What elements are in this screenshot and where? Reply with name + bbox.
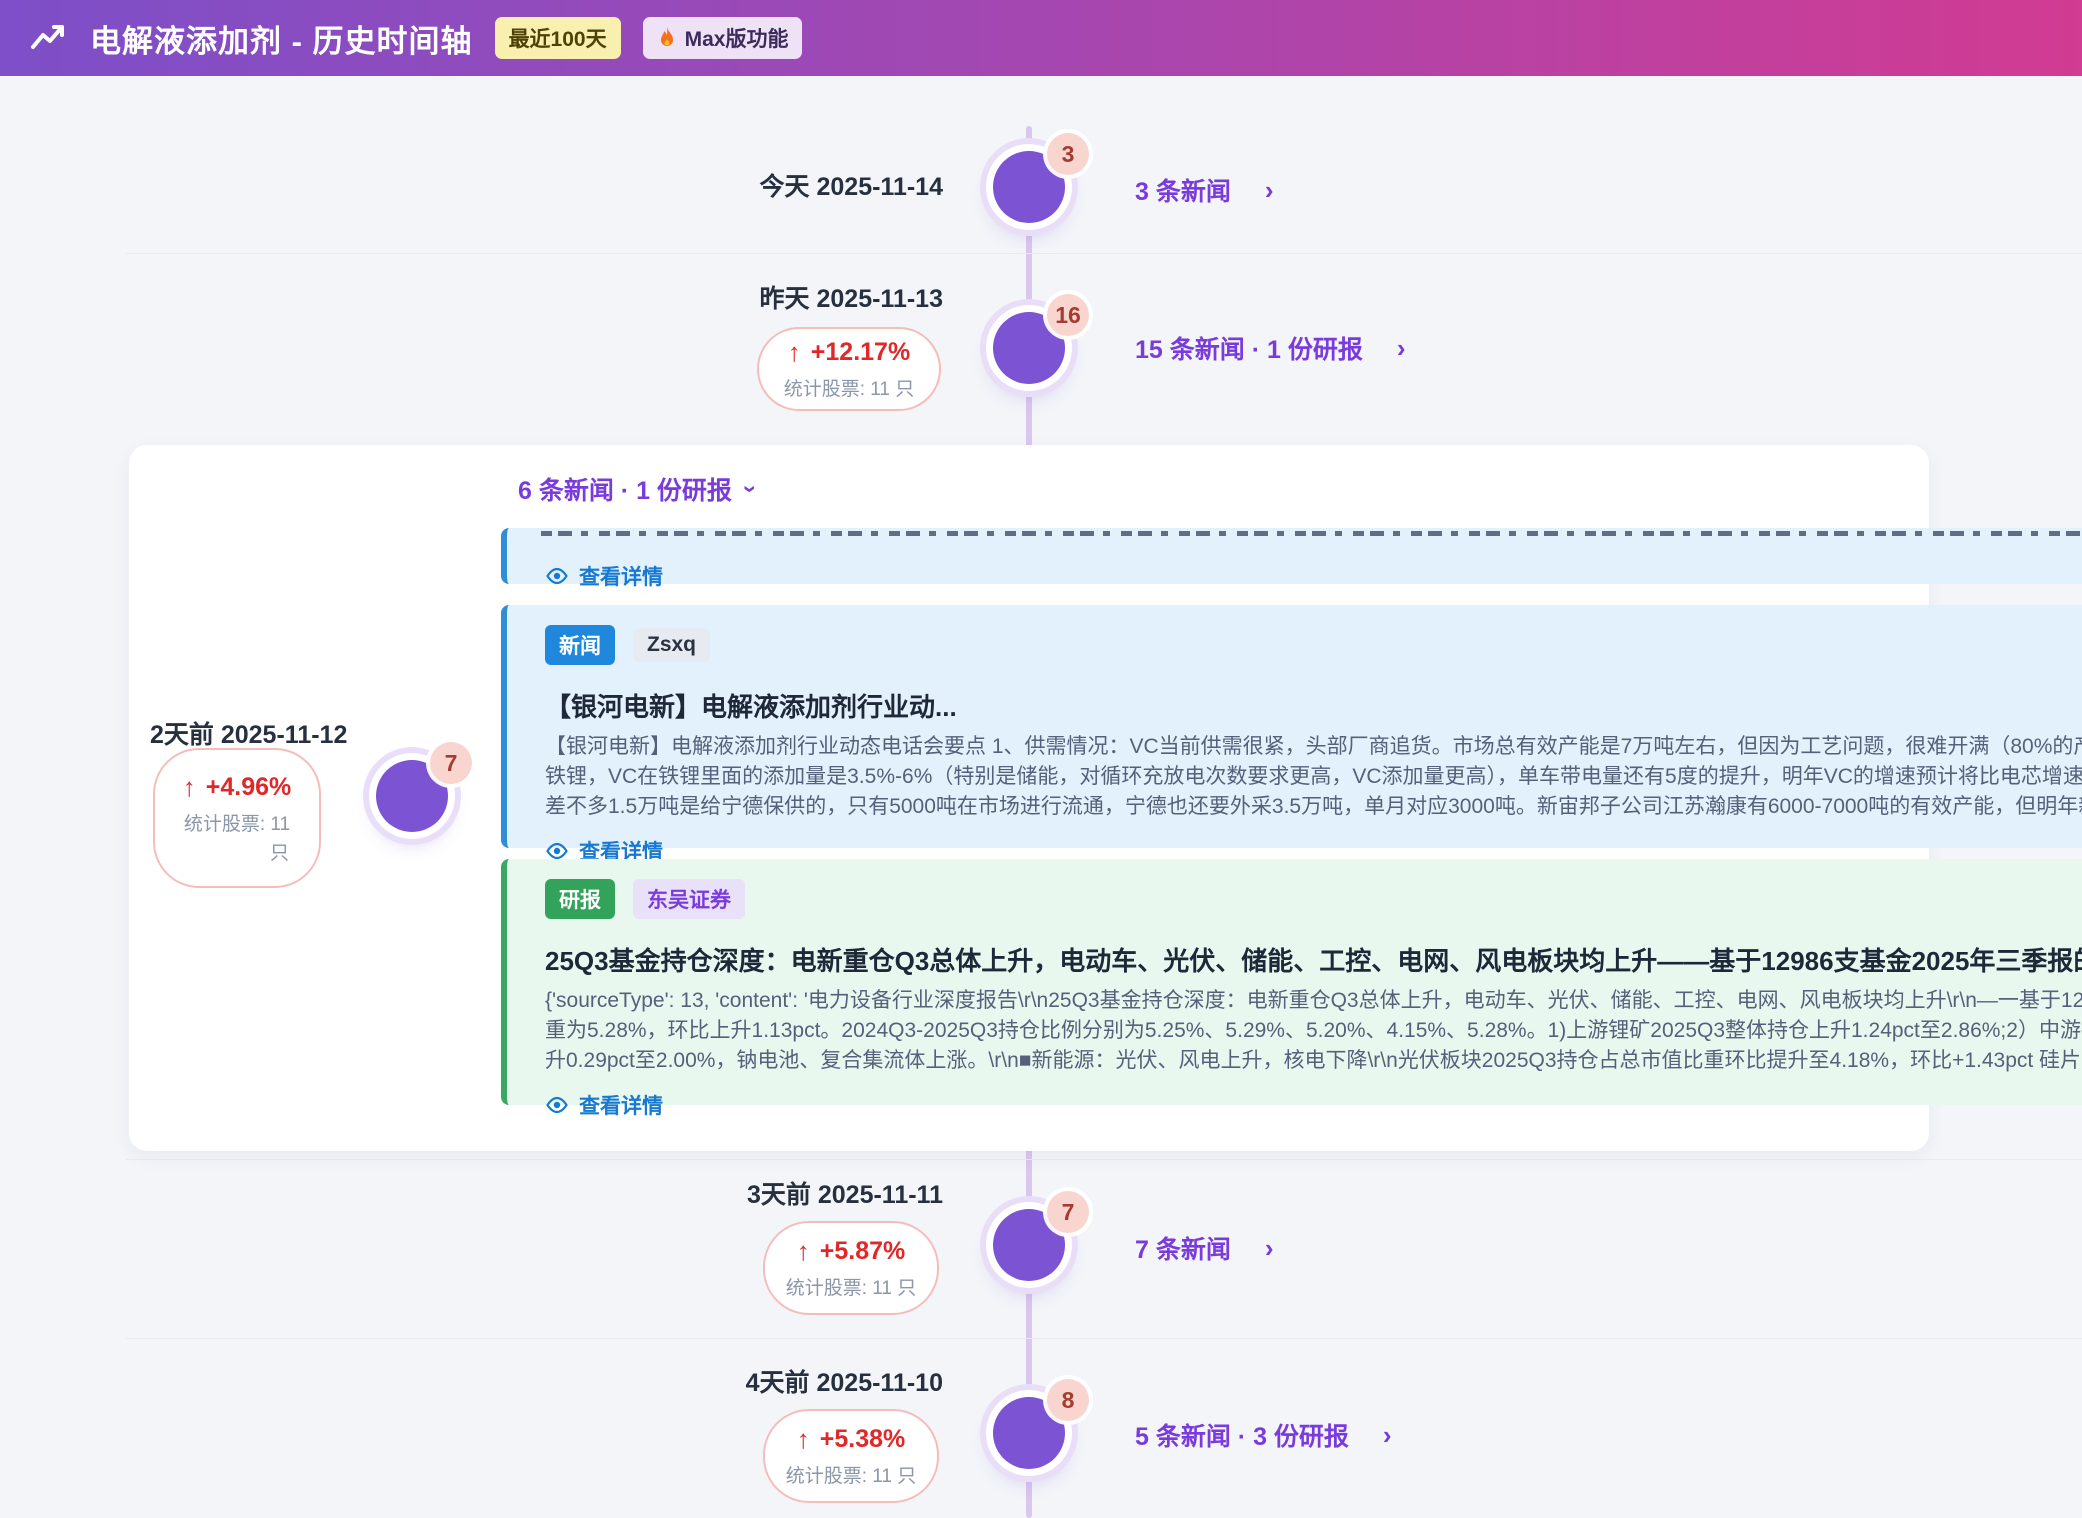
range-badge: 最近100天 [495, 17, 621, 59]
timeline-date-3days: 3天前 2025-11-11 [600, 1180, 943, 1210]
trend-chart-icon [28, 18, 68, 58]
news-body-line: 铁锂，VC在铁锂里面的添加量是3.5%-6%（特别是储能，对循环充放电次数要求更… [545, 762, 2082, 792]
page-title: 电解液添加剂 - 历史时间轴 [90, 16, 473, 61]
news-link-label: 3 条新闻 [1135, 172, 1231, 208]
report-title: 25Q3基金持仓深度：电新重仓Q3总体上升，电动车、光伏、储能、工控、电网、风电… [545, 941, 2082, 978]
expanded-day-card: 6 条新闻 · 1 份研报 › 2天前 2025-11-12 ↑ +4.96% … [129, 445, 1929, 1151]
change-percent: +5.38% [820, 1425, 906, 1454]
timeline-node-3days[interactable]: 7 [993, 1209, 1065, 1281]
up-arrow-icon: ↑ [797, 1236, 810, 1267]
change-pill: ↑ +5.87% 统计股票: 11 只 [763, 1221, 939, 1315]
clipped-text-strip [541, 531, 2082, 536]
stocks-count: 统计股票: 11 只 [786, 1461, 917, 1488]
news-body-line: 【银河电新】电解液添加剂行业动态电话会要点 1、供需情况：VC当前供需很紧，头部… [545, 732, 2082, 762]
count-badge: 8 [1047, 1379, 1089, 1421]
count-badge: 7 [1047, 1191, 1089, 1233]
count-badge: 7 [430, 742, 472, 784]
eye-icon [545, 564, 569, 588]
news-link-today[interactable]: 3 条新闻 › [1135, 172, 1274, 208]
news-link-label: 7 条新闻 [1135, 1230, 1231, 1266]
change-percent: +4.96% [206, 773, 292, 802]
count-badge: 3 [1047, 133, 1089, 175]
type-badge-report: 研报 [545, 879, 615, 919]
timeline-node-4days[interactable]: 8 [993, 1397, 1065, 1469]
stocks-count: 统计股票: 11 只 [784, 374, 915, 401]
timeline-date-4days: 4天前 2025-11-10 [600, 1368, 943, 1398]
report-card[interactable]: 研报 东吴证券 25Q3基金持仓深度：电新重仓Q3总体上升，电动车、光伏、储能、… [501, 859, 2082, 1105]
stocks-count: 统计股票: 11 [184, 809, 290, 836]
up-arrow-icon: ↑ [183, 772, 196, 803]
report-body-line: 升0.29pct至2.00%，钠电池、复合集流体上涨。\r\n■新能源：光伏、风… [545, 1046, 2082, 1076]
view-detail-label: 查看详情 [579, 561, 663, 591]
section-header-toggle[interactable]: 6 条新闻 · 1 份研报 › [518, 471, 754, 507]
timeline-page: 电解液添加剂 - 历史时间轴 最近100天 Max版功能 今天 2025-11-… [0, 0, 2082, 1518]
divider [126, 253, 2082, 254]
timeline-node-2days[interactable]: 7 [376, 760, 448, 832]
news-link-yesterday[interactable]: 15 条新闻 · 1 份研报 › [1135, 330, 1406, 366]
up-arrow-icon: ↑ [797, 1424, 810, 1455]
timeline-date-2days: 2天前 2025-11-12 [150, 715, 347, 751]
view-detail-link[interactable]: 查看详情 [545, 561, 663, 591]
stocks-count: 统计股票: 11 只 [786, 1273, 917, 1300]
source-badge: 东吴证券 [633, 879, 745, 919]
chevron-down-icon: › [738, 485, 762, 493]
news-link-4days[interactable]: 5 条新闻 · 3 份研报 › [1135, 1417, 1392, 1453]
divider [126, 1338, 2082, 1339]
timeline-date-today: 今天 2025-11-14 [600, 172, 943, 202]
change-percent: +5.87% [820, 1237, 906, 1266]
change-pill: ↑ +12.17% 统计股票: 11 只 [757, 327, 941, 411]
type-badge-news: 新闻 [545, 625, 615, 665]
timeline-node-yesterday[interactable]: 16 [993, 312, 1065, 384]
stocks-count-unit: 只 [155, 838, 319, 865]
report-body-line: 重为5.28%，环比上升1.13pct。2024Q3-2025Q3持仓比例分别为… [545, 1016, 2082, 1046]
section-header-label: 6 条新闻 · 1 份研报 [518, 471, 732, 507]
chevron-right-icon: › [1383, 1422, 1392, 1448]
news-title: 【银河电新】电解液添加剂行业动... [545, 687, 2082, 724]
up-arrow-icon: ↑ [788, 337, 801, 368]
header: 电解液添加剂 - 历史时间轴 最近100天 Max版功能 [0, 0, 2082, 76]
divider [126, 1159, 2082, 1160]
news-link-label: 5 条新闻 · 3 份研报 [1135, 1417, 1349, 1453]
count-badge: 16 [1047, 294, 1089, 336]
source-badge: Zsxq [633, 628, 710, 662]
timeline-date-yesterday: 昨天 2025-11-13 [600, 284, 943, 314]
eye-icon [545, 1093, 569, 1117]
chevron-right-icon: › [1265, 177, 1274, 203]
max-feature-label: Max版功能 [685, 23, 789, 53]
news-body-line: 差不多1.5万吨是给宁德保供的，只有5000吨在市场进行流通，宁德也还要外采3.… [545, 792, 2082, 822]
chevron-right-icon: › [1265, 1235, 1274, 1261]
view-detail-label: 查看详情 [579, 1090, 663, 1120]
news-card[interactable]: 新闻 Zsxq 【银河电新】电解液添加剂行业动... 【银河电新】电解液添加剂行… [501, 605, 2082, 848]
view-detail-link[interactable]: 查看详情 [545, 1090, 2082, 1120]
change-pill: ↑ +5.38% 统计股票: 11 只 [763, 1409, 939, 1503]
flame-icon [657, 26, 677, 50]
report-body-line: {'sourceType': 13, 'content': '电力设备行业深度报… [545, 986, 2082, 1016]
max-feature-badge: Max版功能 [643, 17, 803, 59]
news-card-clipped[interactable]: 查看详情 [501, 528, 2082, 584]
change-pill: ↑ +4.96% 统计股票: 11 只 [153, 748, 321, 888]
change-percent: +12.17% [811, 338, 910, 367]
chevron-right-icon: › [1397, 335, 1406, 361]
news-link-3days[interactable]: 7 条新闻 › [1135, 1230, 1274, 1266]
news-link-label: 15 条新闻 · 1 份研报 [1135, 330, 1363, 366]
timeline-node-today[interactable]: 3 [993, 151, 1065, 223]
